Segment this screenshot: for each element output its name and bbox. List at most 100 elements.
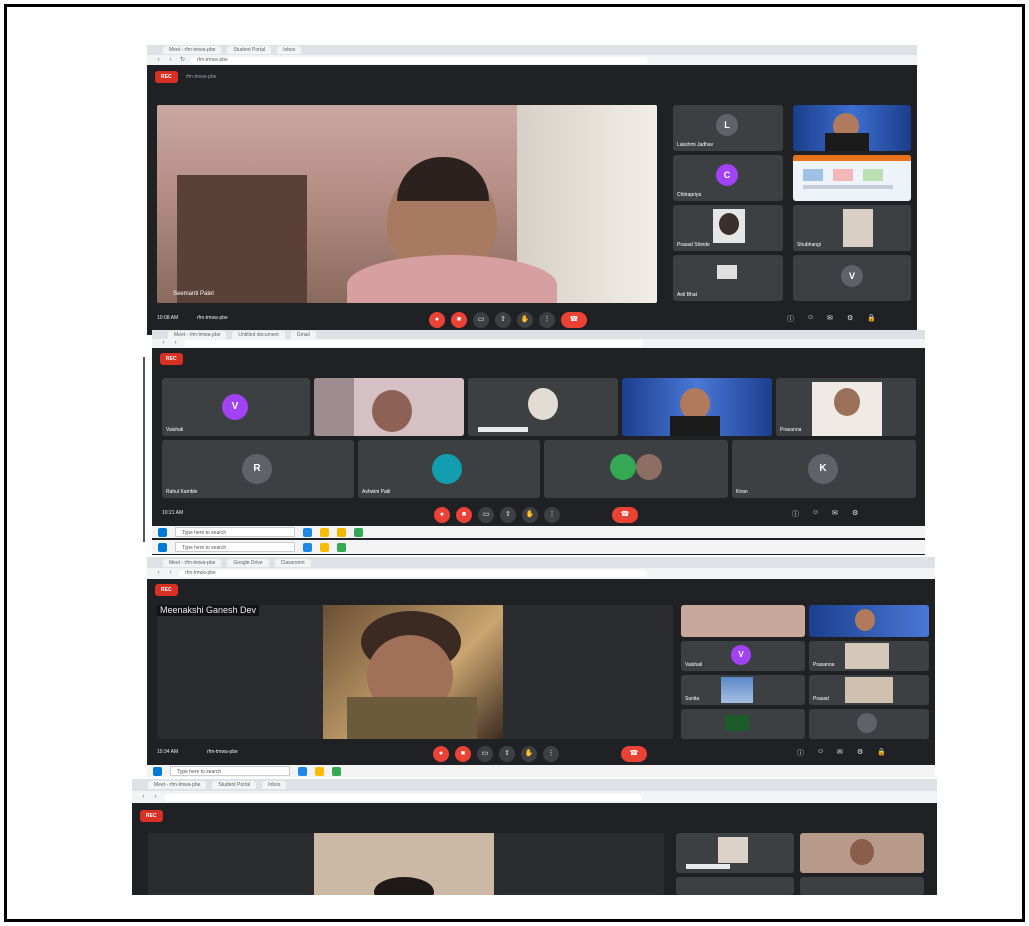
edge-icon[interactable] (298, 766, 307, 776)
browser-tab[interactable]: Meet - rfm-tmwa-pbe (163, 46, 222, 54)
participant-tile[interactable] (809, 709, 929, 739)
forward-icon[interactable]: › (167, 570, 174, 577)
folder-icon[interactable] (337, 527, 346, 537)
captions-button[interactable]: ▭ (473, 312, 489, 328)
chrome-icon[interactable] (320, 527, 329, 537)
taskbar-search[interactable]: Type here to search (175, 527, 295, 537)
mic-off-button[interactable]: ● (429, 312, 445, 328)
chrome-icon[interactable] (315, 766, 324, 776)
leave-call-button[interactable]: ☎ (561, 312, 587, 328)
camera-off-button[interactable]: ■ (455, 746, 471, 762)
forward-icon[interactable]: › (152, 794, 159, 801)
raise-hand-button[interactable]: ✋ (517, 312, 533, 328)
main-speaker-video[interactable]: Seemanti Patel (157, 105, 657, 303)
edge-icon[interactable] (303, 527, 312, 537)
chat-icon[interactable]: ✉ (832, 509, 838, 517)
back-icon[interactable]: ‹ (140, 794, 147, 801)
activities-icon[interactable]: ⚙ (847, 314, 853, 322)
lock-icon[interactable]: 🔒 (867, 314, 876, 322)
participant-tile[interactable]: Prasad (809, 675, 929, 705)
participant-tile[interactable]: Ashwini Patil (358, 440, 540, 498)
browser-tab[interactable]: Inbox (277, 46, 302, 54)
browser-tab[interactable]: Student Portal (227, 46, 272, 54)
browser-tab[interactable]: Inbox (262, 781, 287, 789)
forward-icon[interactable]: › (172, 340, 179, 347)
windows-start-icon[interactable] (158, 527, 167, 537)
windows-start-icon[interactable] (153, 766, 162, 776)
meet-icon[interactable] (337, 542, 346, 552)
browser-tab[interactable]: Meet - rfm-tmwa-pbe (163, 558, 222, 567)
participant-tile[interactable] (681, 605, 805, 637)
leave-call-button[interactable]: ☎ (612, 507, 638, 523)
address-bar[interactable]: rfm-tmwa-pbe (191, 56, 649, 64)
browser-tab[interactable]: Meet - rfm-tmwa-pbe (148, 781, 207, 789)
camera-off-button[interactable]: ■ (456, 507, 472, 523)
participant-tile[interactable]: C Chitrapriya (673, 155, 783, 201)
back-icon[interactable]: ‹ (160, 340, 167, 347)
participant-tile[interactable] (793, 105, 911, 151)
participant-tile[interactable]: Prasad Shinde (673, 205, 783, 251)
present-button[interactable]: ⇧ (495, 312, 511, 328)
participant-tile[interactable] (314, 378, 464, 436)
activities-icon[interactable]: ⚙ (857, 748, 863, 756)
participant-tile[interactable]: Prasanna (809, 641, 929, 671)
participant-tile[interactable]: K Kiran (732, 440, 916, 498)
participant-tile[interactable]: V Vaishali (681, 641, 805, 671)
activities-icon[interactable]: ⚙ (852, 509, 858, 517)
address-bar[interactable]: rfm-tmwa-pbe (179, 570, 647, 577)
present-button[interactable]: ⇧ (499, 746, 515, 762)
participant-tile[interactable]: L Lakshmi Jadhav (673, 105, 783, 151)
participant-tile[interactable] (800, 833, 924, 873)
participant-tile[interactable]: V Vaishali (162, 378, 310, 436)
info-icon[interactable]: ⓘ (787, 314, 794, 324)
browser-tab[interactable]: Student Portal (212, 781, 257, 789)
people-icon[interactable]: ☺ (817, 748, 824, 755)
browser-tab[interactable]: Meet - rfm-tmwa-pbe (168, 330, 227, 339)
leave-call-button[interactable]: ☎ (621, 746, 647, 762)
participant-tile[interactable]: Prasanna (776, 378, 916, 436)
more-options-button[interactable]: ⋮ (539, 312, 555, 328)
forward-icon[interactable]: › (167, 57, 174, 64)
lock-icon[interactable]: 🔒 (877, 748, 886, 756)
info-icon[interactable]: ⓘ (792, 509, 799, 519)
browser-tab[interactable]: Classroom (274, 558, 311, 567)
mic-off-button[interactable]: ● (434, 507, 450, 523)
participant-tile[interactable] (681, 709, 805, 739)
participant-tile[interactable]: Anil Bhat (673, 255, 783, 301)
info-icon[interactable]: ⓘ (797, 748, 804, 758)
participant-tile[interactable]: Shubhangi (793, 205, 911, 251)
camera-off-button[interactable]: ■ (451, 312, 467, 328)
chat-icon[interactable]: ✉ (837, 748, 843, 756)
back-icon[interactable]: ‹ (155, 570, 162, 577)
present-button[interactable]: ⇧ (500, 507, 516, 523)
participant-tile[interactable] (468, 378, 618, 436)
chat-icon[interactable]: ✉ (827, 314, 833, 322)
main-speaker-video[interactable] (148, 833, 664, 895)
participant-tile[interactable] (800, 877, 924, 895)
more-options-button[interactable]: ⋮ (543, 746, 559, 762)
main-speaker-video[interactable]: Meenakshi Ganesh Dev (157, 605, 673, 739)
taskbar-search[interactable]: Type here to search (175, 542, 295, 552)
shared-screen-tile[interactable] (793, 155, 911, 201)
participant-tile[interactable] (544, 440, 728, 498)
raise-hand-button[interactable]: ✋ (521, 746, 537, 762)
address-bar[interactable] (184, 340, 643, 347)
meet-icon[interactable] (332, 766, 341, 776)
captions-button[interactable]: ▭ (477, 746, 493, 762)
people-icon[interactable]: ☺ (812, 509, 819, 516)
browser-tab[interactable]: Untitled document (232, 330, 285, 339)
participant-tile[interactable] (622, 378, 772, 436)
participant-tile[interactable] (676, 877, 794, 895)
participant-tile[interactable]: Sunita (681, 675, 805, 705)
browser-tab[interactable]: Gmail (290, 330, 316, 339)
address-bar[interactable] (164, 793, 643, 801)
more-options-button[interactable]: ⋮ (544, 507, 560, 523)
windows-start-icon[interactable] (158, 542, 167, 552)
participant-tile[interactable]: V (793, 255, 911, 301)
captions-button[interactable]: ▭ (478, 507, 494, 523)
taskbar-search[interactable]: Type here to search (170, 766, 290, 776)
chrome-icon[interactable] (320, 542, 329, 552)
participant-tile[interactable] (809, 605, 929, 637)
edge-icon[interactable] (303, 542, 312, 552)
browser-tab[interactable]: Google Drive (227, 558, 269, 567)
